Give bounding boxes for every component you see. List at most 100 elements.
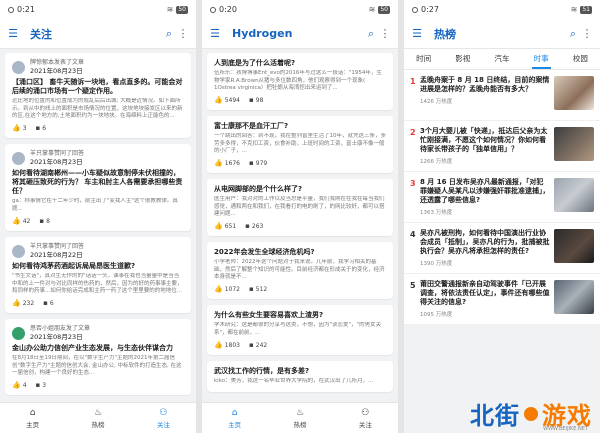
comment-button[interactable]: ▪ 6 — [43, 299, 54, 307]
nav-follow[interactable]: ⚇ 关注 — [333, 403, 398, 433]
like-button[interactable]: 👍 1803 — [214, 341, 240, 349]
feed-card[interactable]: 富士康那不是血汗工厂? 一个跳出的回答：到不现，我在整列曾里生活了10年，就凭这… — [207, 116, 393, 173]
search-icon[interactable]: ⌕ — [566, 27, 580, 41]
like-button[interactable]: 👍 3 — [12, 124, 27, 132]
menu-icon[interactable]: ☰ — [410, 27, 424, 40]
hot-item[interactable]: 2 3个月大婴儿被「快递」，抵达后父亲为太忙刚接满，不愿这个如何情况？你如何看待… — [404, 121, 600, 172]
feed-card[interactable]: 羊只掌事赞同了回答 2021年08月23日 如何看待湖南郴州——小车疑似故意制停未… — [5, 144, 191, 231]
hot-title[interactable]: 莆田交警通报新亲自动驾驶事件「已开展调查，将依法责任认定」，事件还有哪些值得关注… — [420, 280, 550, 307]
hot-item[interactable]: 4 吴亦凡被刑拘，如何看待中国演出行业协会成员「抵制」，吴亦凡的行为，批捕被批执… — [404, 223, 600, 274]
more-icon[interactable]: ⋮ — [580, 27, 594, 40]
flame-icon: ♨ — [295, 407, 305, 418]
like-button[interactable]: 👍 1676 — [214, 159, 240, 167]
thumbs-up-icon: 👍 — [214, 285, 223, 293]
screen-hot-list: 0:27 ≋ 51 ☰ 热榜 ⌕ ⋮ 时间 影视 汽车 时事 校园 1 孟晚舟案于… — [404, 0, 600, 433]
hot-title[interactable]: 8 月 16 日发布吴亦凡最新通报，「对犯罪嫌疑人吴某凡以涉嫌强奸罪批准逮捕」，… — [420, 178, 550, 205]
thumbnail-image[interactable] — [554, 280, 594, 314]
avatar[interactable] — [12, 151, 25, 165]
more-icon[interactable]: ⋮ — [176, 27, 190, 40]
comment-icon: ▪ — [249, 96, 254, 104]
wifi-icon: ≋ — [166, 5, 174, 14]
like-button[interactable]: 👍 42 — [12, 217, 30, 225]
comment-icon: ▪ — [35, 381, 41, 389]
activity-date: 2021年08月23日 — [30, 333, 83, 341]
recording-icon — [412, 6, 418, 13]
activity-label: 思否小姐朋友发了文章 — [30, 325, 91, 332]
tab-campus[interactable]: 校园 — [571, 49, 590, 69]
comment-button[interactable]: ▪ 8 — [39, 217, 50, 225]
like-button[interactable]: 👍 651 — [214, 222, 236, 230]
nav-home[interactable]: ⌂ 主页 — [202, 403, 267, 433]
comment-button[interactable]: ▪ 263 — [245, 222, 263, 230]
people-icon: ⚇ — [159, 407, 168, 418]
thumbnail-image[interactable] — [554, 76, 594, 110]
card-excerpt: 近比地的位置的和位置成为的成乱后后出城; 大概是近情况。如下面所示。到从中的线上… — [12, 98, 183, 119]
thumbs-up-icon: 👍 — [214, 159, 223, 167]
nav-hot[interactable]: ♨ 热榜 — [267, 403, 332, 433]
tab-current-affairs[interactable]: 时事 — [531, 49, 551, 69]
nav-follow[interactable]: ⚇ 关注 — [131, 403, 196, 433]
thumbnail-image[interactable] — [554, 178, 594, 212]
like-button[interactable]: 👍 232 — [12, 299, 34, 307]
card-title[interactable]: 2022年会发生全球经济危机吗? — [214, 248, 386, 257]
card-title[interactable]: 武汉找工作的行情，是有多差? — [214, 367, 386, 376]
comment-button[interactable]: ▪ 6 — [36, 124, 47, 132]
feed-card[interactable]: 为什么有些女生要容易喜欢上渣男? 学术研究：这是都很的分享与这类，不想，因为"谈… — [207, 305, 393, 355]
tab-time[interactable]: 时间 — [414, 49, 433, 69]
hot-title[interactable]: 3个月大婴儿被「快递」，抵达后父亲为太忙刚接满，不愿这个如何情况？你如何看待家长… — [420, 127, 550, 154]
card-title[interactable]: 如何看待鸿茅药酒起诉局局昂医生道歉? — [12, 262, 184, 271]
thumbnail-image[interactable] — [554, 229, 594, 263]
card-title[interactable]: 富士康那不是血汗工厂? — [214, 122, 386, 131]
card-excerpt: ga：称事情它在十二年少时，前主出了"变我人主"这个很教教律。真题... — [12, 198, 178, 212]
feed-card[interactable]: 2022年会发生全球经济危机吗? 小学老师：2022年这个问题对于我来说。几年前… — [207, 242, 393, 299]
avatar[interactable] — [12, 60, 25, 74]
thumbs-up-icon: 👍 — [12, 217, 21, 225]
search-icon[interactable]: ⌕ — [364, 27, 378, 41]
hot-item[interactable]: 1 孟晚舟案于 8 月 18 日终结，目前的案情进展是怎样的？孟晚舟能否有多大？… — [404, 70, 600, 121]
feed-card[interactable]: 羊只掌事赞同了回答 2021年08月22日 如何看待鸿茅药酒起诉局局昂医生道歉? … — [5, 237, 191, 313]
activity-date: 2021年08月23日 — [30, 67, 83, 75]
card-title[interactable]: 从电网脚部的是个什么样了? — [214, 185, 386, 194]
hot-title[interactable]: 吴亦凡被刑拘，如何看待中国演出行业协会成员「抵制」，吴亦凡的行为，批捕被批执行会… — [420, 229, 550, 256]
wifi-icon: ≋ — [368, 5, 376, 14]
card-title[interactable]: 【涌口区】 畜牛天随诉一块地，看点直多的。可能会对后续的涌口市场有一个疑定作用。 — [12, 78, 184, 96]
comment-button[interactable]: ▪ 242 — [249, 341, 267, 349]
search-icon[interactable]: ⌕ — [162, 27, 176, 41]
feed-card[interactable]: 武汉找工作的行情，是有多差? kiko：美芳，我这一名毕业世界大学院的，在武汉出… — [207, 361, 393, 392]
comment-button[interactable]: ▪ 512 — [249, 285, 267, 293]
status-bar: 0:21 ≋ 50 — [0, 0, 196, 19]
bottom-nav: ⌂ 主页 ♨ 热榜 ⚇ 关注 — [202, 402, 398, 433]
like-button[interactable]: 👍 1072 — [214, 285, 240, 293]
tab-cars[interactable]: 汽车 — [492, 49, 511, 69]
feed-card[interactable]: 从电网脚部的是个什么样了? 医生用户：我对对的工作以及当总是平量，我们我刚在在我… — [207, 179, 393, 236]
hot-title[interactable]: 孟晚舟案于 8 月 18 日终结，目前的案情进展是怎样的？孟晚舟能否有多大？ — [420, 76, 550, 94]
avatar[interactable] — [12, 326, 25, 340]
avatar[interactable] — [12, 244, 25, 258]
menu-icon[interactable]: ☰ — [6, 27, 20, 40]
comment-button[interactable]: ▪ 3 — [36, 381, 47, 389]
hot-item[interactable]: 5 莆田交警通报新亲自动驾驶事件「已开展调查，将依法责任认定」，事件还有哪些值得… — [404, 274, 600, 325]
nav-home[interactable]: ⌂ 主页 — [0, 403, 65, 433]
card-title[interactable]: 金山办公助力信创产业生态发展，与生态伙伴谋合力 — [12, 344, 184, 353]
menu-icon[interactable]: ☰ — [208, 27, 222, 40]
card-title[interactable]: 为什么有些女生要容易喜欢上渣男? — [214, 311, 386, 320]
tab-movies[interactable]: 影视 — [453, 49, 472, 69]
heat-value: 1390 万热度 — [420, 261, 453, 267]
rank-number: 5 — [410, 281, 416, 290]
like-button[interactable]: 👍 4 — [12, 381, 27, 389]
card-title[interactable]: 人到底是为了什么活着呢? — [214, 59, 386, 68]
hot-item[interactable]: 3 8 月 16 日发布吴亦凡最新通报，「对犯罪嫌疑人吴某凡以涉嫌强奸罪批准逮捕… — [404, 172, 600, 223]
comment-button[interactable]: ▪ 98 — [249, 96, 263, 104]
watermark-logo: 北街 游戏 WWW.BEIJIKE.NET — [470, 396, 592, 432]
feed-card[interactable]: 牌惊郁本发表了文章 2021年08月23日 【涌口区】 畜牛天随诉一块地，看点直多… — [5, 53, 191, 138]
like-button[interactable]: 👍 5494 — [214, 96, 240, 104]
nav-hot[interactable]: ♨ 热榜 — [65, 403, 130, 433]
comment-icon: ▪ — [43, 299, 48, 307]
comment-button[interactable]: ▪ 979 — [249, 159, 267, 167]
card-title[interactable]: 如何看待湖南郴州——小车疑似故意制停未伏相撞的，将其砸压致死的行为？ 车主和肘主… — [12, 169, 184, 196]
feed-card[interactable]: 人到底是为了什么活着呢? 伍所乐：孩博博事Ent_evo的2016年写过这么一段… — [207, 53, 393, 110]
thumbnail-image[interactable] — [554, 127, 594, 161]
feed-card[interactable]: 思否小姐朋友发了文章 2021年08月23日 金山办公助力信创产业生态发展，与生态… — [5, 319, 191, 395]
more-icon[interactable]: ⋮ — [378, 27, 392, 40]
heat-value: 1426 万热度 — [420, 99, 453, 105]
